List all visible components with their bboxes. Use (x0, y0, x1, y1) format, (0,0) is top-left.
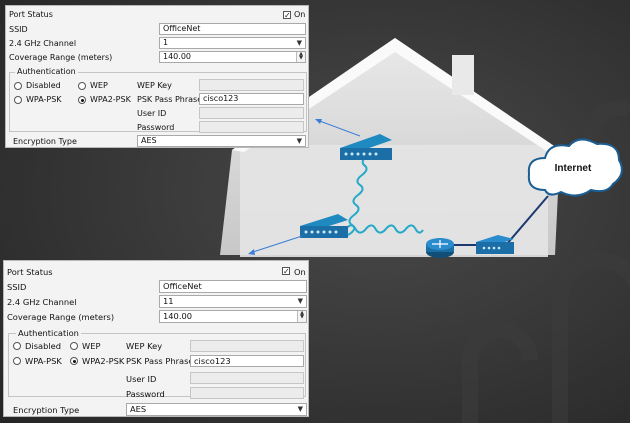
wireless-config-panel-top: Port Status ✓ On SSID OfficeNet 2.4 GHz … (5, 5, 309, 148)
range-value: 140.00 (163, 311, 193, 321)
encryption-label: Encryption Type (13, 405, 80, 415)
channel-select[interactable]: 1 ▼ (159, 37, 306, 49)
radio-wpa2-psk-label: WPA2-PSK (82, 356, 125, 366)
psk-input[interactable]: cisco123 (190, 355, 304, 367)
spinner-icon[interactable]: ▲ ▼ (296, 52, 305, 62)
spinner-icon[interactable]: ▲ ▼ (297, 311, 306, 322)
radio-wpa-psk-label: WPA-PSK (26, 95, 62, 104)
channel-label: 2.4 GHz Channel (7, 297, 77, 307)
radio-wep-label: WEP (90, 81, 108, 90)
channel-label: 2.4 GHz Channel (9, 39, 77, 48)
channel-select[interactable]: 11 ▼ (159, 295, 307, 308)
psk-input[interactable]: cisco123 (199, 93, 304, 105)
encryption-select[interactable]: AES ▼ (137, 135, 306, 147)
password-input[interactable] (190, 387, 304, 399)
wep-key-label: WEP Key (137, 81, 172, 90)
chevron-down-icon: ▼ (296, 137, 302, 145)
chevron-down-icon: ▼ (297, 405, 303, 413)
user-id-label: User ID (126, 374, 157, 384)
channel-value: 11 (163, 296, 174, 306)
encryption-select[interactable]: AES ▼ (126, 403, 307, 416)
radio-wep-label: WEP (82, 341, 101, 351)
range-label: Coverage Range (meters) (9, 53, 113, 62)
radio-disabled[interactable] (13, 342, 21, 350)
wireless-config-panel-bottom: Port Status ✓ On SSID OfficeNet 2.4 GHz … (3, 260, 309, 417)
chevron-down-icon: ▼ (296, 39, 302, 47)
range-label: Coverage Range (meters) (7, 312, 115, 322)
authentication-title: Authentication (16, 328, 81, 338)
range-input[interactable]: 140.00 ▲ ▼ (159, 51, 306, 63)
wep-key-label: WEP Key (126, 341, 163, 351)
chevron-down-icon: ▼ (297, 297, 303, 305)
radio-wpa-psk-label: WPA-PSK (25, 356, 62, 366)
password-input[interactable] (199, 121, 304, 133)
radio-wpa2-psk[interactable] (78, 96, 86, 104)
radio-wpa-psk[interactable] (14, 96, 22, 104)
range-input[interactable]: 140.00 ▲ ▼ (159, 310, 307, 323)
wep-key-input[interactable] (190, 340, 304, 352)
channel-value: 1 (163, 38, 169, 47)
on-label: On (294, 10, 306, 19)
encryption-value: AES (130, 404, 147, 414)
encryption-value: AES (141, 136, 157, 145)
router-icon (426, 238, 454, 258)
radio-wpa-psk[interactable] (13, 357, 21, 365)
on-label: On (294, 267, 306, 277)
encryption-label: Encryption Type (13, 137, 77, 146)
wep-key-input[interactable] (199, 79, 304, 91)
ssid-input[interactable]: OfficeNet (159, 23, 306, 35)
password-label: Password (126, 389, 165, 399)
authentication-title: Authentication (15, 67, 78, 77)
port-status-checkbox[interactable]: ✓ (283, 11, 291, 20)
radio-wep[interactable] (70, 342, 78, 350)
radio-wpa2-psk-label: WPA2-PSK (90, 95, 131, 104)
radio-wpa2-psk[interactable] (70, 357, 78, 365)
radio-wep[interactable] (78, 82, 86, 90)
ssid-label: SSID (9, 25, 28, 34)
psk-label: PSK Pass Phrase (126, 356, 194, 366)
user-id-input[interactable] (199, 107, 304, 119)
radio-disabled-label: Disabled (25, 341, 62, 351)
radio-disabled[interactable] (14, 82, 22, 90)
ssid-label: SSID (7, 282, 27, 292)
ssid-input[interactable]: OfficeNet (159, 280, 307, 293)
port-status-checkbox[interactable]: ✓ (282, 267, 290, 276)
user-id-label: User ID (137, 109, 167, 118)
cloud-label: Internet (555, 163, 592, 174)
psk-label: PSK Pass Phrase (137, 95, 203, 104)
port-status-label: Port Status (7, 267, 53, 277)
port-status-label: Port Status (9, 10, 53, 19)
range-value: 140.00 (163, 52, 191, 61)
password-label: Password (137, 123, 175, 132)
radio-disabled-label: Disabled (26, 81, 61, 90)
user-id-input[interactable] (190, 372, 304, 384)
